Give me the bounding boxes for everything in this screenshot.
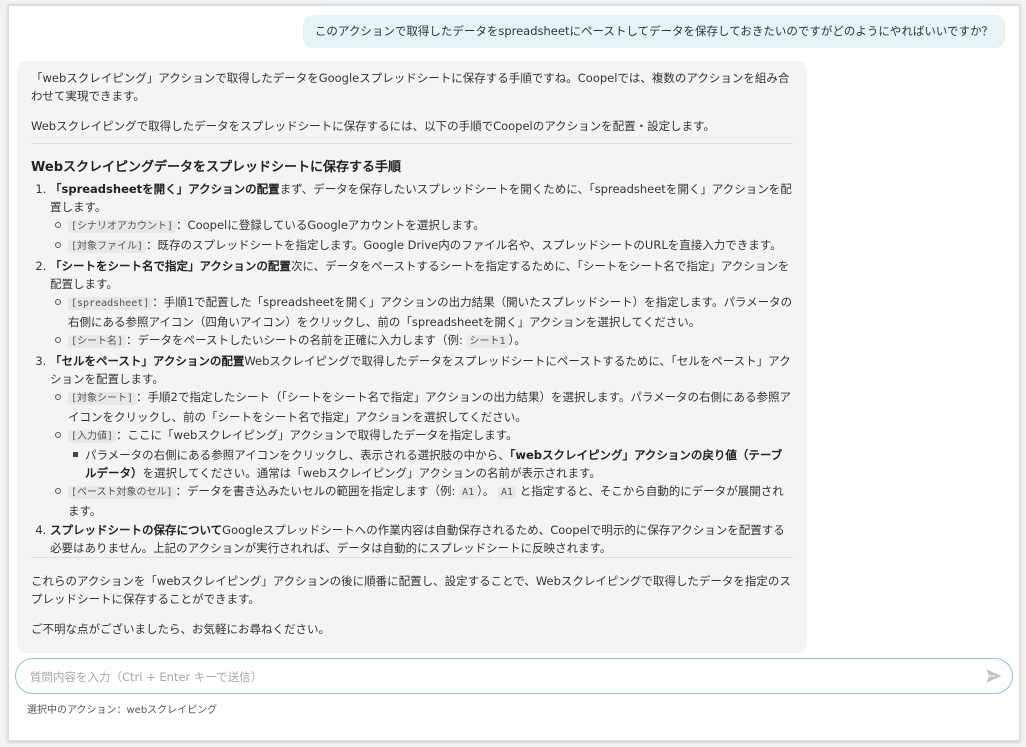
param-text: ：データを書き込みたいセルの範囲を指定します（例: (175, 484, 456, 498)
param-text: ：Coopelに登録しているGoogleアカウントを選択します。 (176, 218, 485, 232)
param-code: [対象ファイル] (68, 240, 147, 253)
reply-intro: 「webスクレイピング」アクションで取得したデータをGoogleスプレッドシート… (31, 71, 790, 103)
chat-window: このアクションで取得したデータをspreadsheetにペーストしてデータを保存… (8, 4, 1020, 741)
step-1: 「spreadsheetを開く」アクションの配置まず、データを保存したいスプレッ… (50, 180, 793, 256)
param-item: [spreadsheet] ：手順1で配置した「spreadsheetを開く」アク… (55, 293, 793, 331)
param-text: ：手順2で指定したシート（「シートをシート名で指定」アクションの出力結果）を選択… (68, 390, 792, 424)
selected-action-status: 選択中のアクション：webスクレイピング (27, 705, 218, 716)
param-item: [対象ファイル] ：既存のスプレッドシートを指定します。Google Drive内… (55, 236, 793, 256)
param-code: [ペースト対象のセル] (68, 486, 176, 499)
step-4: スプレッドシートの保存についてGoogleスプレッドシートへの作業内容は自動保存… (50, 521, 793, 557)
example-code: A1 (459, 486, 478, 499)
sub-post: を選択してください。通常は「webスクレイピング」アクションの名前が表示されます… (142, 466, 601, 480)
assistant-reply: 「webスクレイピング」アクションで取得したデータをGoogleスプレッドシート… (17, 61, 807, 653)
example-code: シート1 (466, 335, 509, 348)
step-1-params: [シナリオアカウント] ：Coopelに登録しているGoogleアカウントを選択し… (50, 216, 793, 256)
sub-item: パラメータの右側にある参照アイコンをクリックし、表示される選択肢の中から、「we… (73, 446, 793, 482)
step-2-title: 「シートをシート名で指定」アクションの配置 (50, 259, 291, 273)
param-code: [入力値] (68, 430, 117, 443)
param-text: ：データをペーストしたいシートの名前を正確に入力します（例: (126, 333, 463, 347)
param-text-mid: ）。 (477, 484, 495, 498)
divider (31, 143, 793, 144)
reply-intro-2: Webスクレイピングで取得したデータをスプレッドシートに保存するには、以下の手順… (31, 119, 716, 133)
param-code: [シナリオアカウント] (68, 220, 177, 233)
param-item: [対象シート] ：手順2で指定したシート（「シートをシート名で指定」アクションの出… (55, 388, 793, 426)
reply-outro: これらのアクションを「webスクレイピング」アクションの後に順番に配置し、設定す… (31, 574, 791, 606)
question-input-box (15, 658, 1013, 695)
param-item: [シナリオアカウント] ：Coopelに登録しているGoogleアカウントを選択し… (55, 216, 793, 236)
param-code: [対象シート] (68, 392, 137, 405)
step-4-title: スプレッドシートの保存について (50, 523, 223, 537)
send-button[interactable] (982, 664, 1006, 688)
param-item: [シート名] ：データをペーストしたいシートの名前を正確に入力します（例: シート… (55, 331, 793, 351)
step-3-params: [対象シート] ：手順2で指定したシート（「シートをシート名で指定」アクションの出… (50, 388, 793, 520)
user-message: このアクションで取得したデータをspreadsheetにペーストしてデータを保存… (302, 15, 1005, 48)
steps-list: 「spreadsheetを開く」アクションの配置まず、データを保存したいスプレッ… (31, 180, 793, 557)
step-3: 「セルをペースト」アクションの配置Webスクレイピングで取得したデータをスプレッ… (50, 352, 793, 520)
divider (31, 557, 793, 558)
send-icon (986, 669, 1002, 683)
param-text: ：既存のスプレッドシートを指定します。Google Drive内のファイル名や、… (146, 238, 782, 252)
step-2-params: [spreadsheet] ：手順1で配置した「spreadsheetを開く」アク… (50, 293, 793, 351)
chat-history[interactable]: このアクションで取得したデータをspreadsheetにペーストしてデータを保存… (9, 5, 1019, 653)
param-text: ：手順1で配置した「spreadsheetを開く」アクションの出力結果（開いたス… (68, 295, 793, 329)
param-text-end: ）。 (508, 333, 526, 347)
section-title: Webスクレイピングデータをスプレッドシートに保存する手順 (31, 160, 401, 175)
step-1-title: 「spreadsheetを開く」アクションの配置 (50, 182, 280, 196)
param-code: [spreadsheet] (68, 297, 153, 310)
param-item: [ペースト対象のセル] ：データを書き込みたいセルの範囲を指定します（例: A1）… (55, 482, 793, 520)
sub-pre: パラメータの右側にある参照アイコンをクリックし、表示される選択肢の中から、 (85, 448, 510, 462)
example-code: A1 (498, 486, 517, 499)
step-2: 「シートをシート名で指定」アクションの配置次に、データをペーストするシートを指定… (50, 257, 793, 351)
input-value-subitems: パラメータの右側にある参照アイコンをクリックし、表示される選択肢の中から、「we… (68, 446, 793, 482)
param-code: [シート名] (68, 335, 127, 348)
param-text: ：ここに「webスクレイピング」アクションで取得したデータを指定します。 (116, 428, 518, 442)
question-input[interactable] (28, 659, 972, 695)
param-item: [入力値] ：ここに「webスクレイピング」アクションで取得したデータを指定します… (55, 426, 793, 482)
reply-outro-2: ご不明な点がございましたら、お気軽にお尋ねください。 (31, 622, 330, 636)
step-3-title: 「セルをペースト」アクションの配置 (50, 354, 245, 368)
